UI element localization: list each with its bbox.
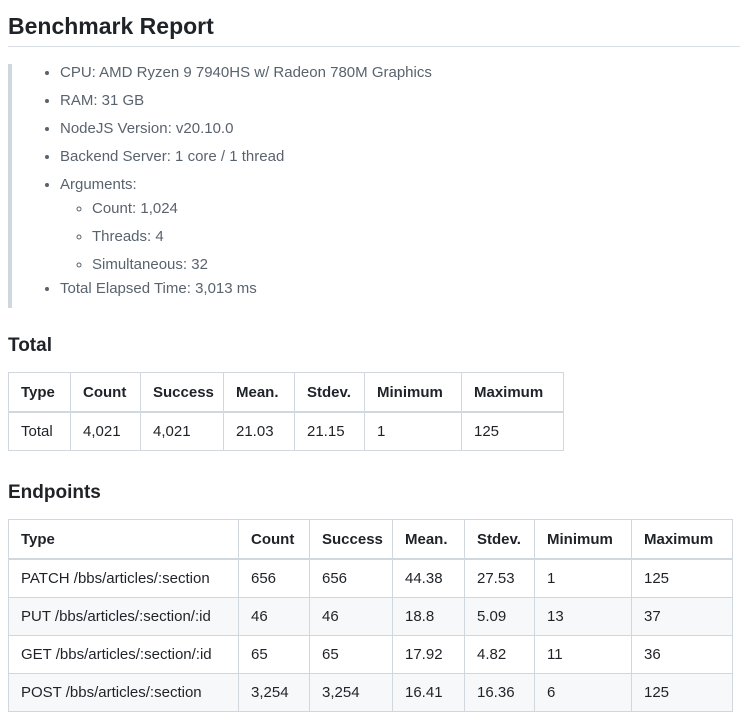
table-cell: 6 — [534, 673, 632, 712]
table-cell: 4.82 — [464, 635, 535, 674]
table-cell: 3,254 — [309, 673, 393, 712]
page-title: Benchmark Report — [8, 0, 740, 47]
table-cell: 125 — [631, 673, 733, 712]
column-header: Count — [70, 372, 141, 413]
column-header: Success — [140, 372, 224, 413]
table-cell: POST /bbs/articles/:section — [8, 673, 239, 712]
table-cell: 1 — [534, 558, 632, 598]
table-cell: 3,254 — [238, 673, 310, 712]
list-item-arguments: Arguments: Count: 1,024 Threads: 4 Simul… — [60, 171, 740, 279]
table-cell: GET /bbs/articles/:section/:id — [8, 635, 239, 674]
table-header-row: Type Count Success Mean. Stdev. Minimum … — [8, 519, 733, 560]
table-cell: PUT /bbs/articles/:section/:id — [8, 597, 239, 636]
column-header: Maximum — [461, 372, 564, 413]
column-header: Type — [8, 372, 71, 413]
table-cell: 44.38 — [392, 558, 465, 598]
column-header: Mean. — [223, 372, 295, 413]
list-item-backend-server: Backend Server: 1 core / 1 thread — [60, 143, 740, 171]
arguments-list: Count: 1,024 Threads: 4 Simultaneous: 32 — [60, 195, 740, 279]
total-table: Type Count Success Mean. Stdev. Minimum … — [8, 372, 564, 451]
table-cell: 125 — [631, 558, 733, 598]
table-cell: 37 — [631, 597, 733, 636]
column-header: Stdev. — [464, 519, 535, 560]
table-row: PATCH /bbs/articles/:section 656 656 44.… — [8, 558, 733, 598]
table-cell: 36 — [631, 635, 733, 674]
table-cell: 1 — [364, 411, 462, 451]
table-cell: 21.03 — [223, 411, 295, 451]
list-item-elapsed-time: Total Elapsed Time: 3,013 ms — [60, 275, 740, 303]
arguments-label: Arguments: — [60, 176, 137, 193]
table-cell: Total — [8, 411, 71, 451]
column-header: Minimum — [534, 519, 632, 560]
endpoints-table: Type Count Success Mean. Stdev. Minimum … — [8, 519, 733, 712]
column-header: Count — [238, 519, 310, 560]
table-row: POST /bbs/articles/:section 3,254 3,254 … — [8, 673, 733, 712]
table-cell: 46 — [309, 597, 393, 636]
list-item-threads: Threads: 4 — [92, 223, 740, 251]
column-header: Type — [8, 519, 239, 560]
table-header-row: Type Count Success Mean. Stdev. Minimum … — [8, 372, 564, 413]
table-cell: 5.09 — [464, 597, 535, 636]
environment-blockquote: CPU: AMD Ryzen 9 7940HS w/ Radeon 780M G… — [8, 64, 740, 308]
table-row: Total 4,021 4,021 21.03 21.15 1 125 — [8, 411, 564, 451]
column-header: Maximum — [631, 519, 733, 560]
list-item-node-version: NodeJS Version: v20.10.0 — [60, 115, 740, 143]
column-header: Minimum — [364, 372, 462, 413]
table-cell: 18.8 — [392, 597, 465, 636]
environment-list: CPU: AMD Ryzen 9 7940HS w/ Radeon 780M G… — [12, 59, 740, 303]
table-cell: 11 — [534, 635, 632, 674]
column-header: Stdev. — [294, 372, 365, 413]
table-cell: 4,021 — [140, 411, 224, 451]
table-row: GET /bbs/articles/:section/:id 65 65 17.… — [8, 635, 733, 674]
table-cell: PATCH /bbs/articles/:section — [8, 558, 239, 598]
table-cell: 656 — [238, 558, 310, 598]
table-cell: 656 — [309, 558, 393, 598]
table-cell: 16.36 — [464, 673, 535, 712]
list-item-ram: RAM: 31 GB — [60, 87, 740, 115]
total-heading: Total — [8, 335, 52, 356]
table-cell: 16.41 — [392, 673, 465, 712]
table-cell: 65 — [309, 635, 393, 674]
list-item-cpu: CPU: AMD Ryzen 9 7940HS w/ Radeon 780M G… — [60, 59, 740, 87]
table-cell: 46 — [238, 597, 310, 636]
table-cell: 65 — [238, 635, 310, 674]
table-cell: 27.53 — [464, 558, 535, 598]
table-cell: 125 — [461, 411, 564, 451]
list-item-count: Count: 1,024 — [92, 195, 740, 223]
table-cell: 13 — [534, 597, 632, 636]
table-cell: 17.92 — [392, 635, 465, 674]
column-header: Mean. — [392, 519, 465, 560]
column-header: Success — [309, 519, 393, 560]
report-page: Benchmark Report CPU: AMD Ryzen 9 7940HS… — [8, 0, 740, 712]
endpoints-heading: Endpoints — [8, 482, 101, 503]
table-row: PUT /bbs/articles/:section/:id 46 46 18.… — [8, 597, 733, 636]
table-cell: 4,021 — [70, 411, 141, 451]
table-cell: 21.15 — [294, 411, 365, 451]
